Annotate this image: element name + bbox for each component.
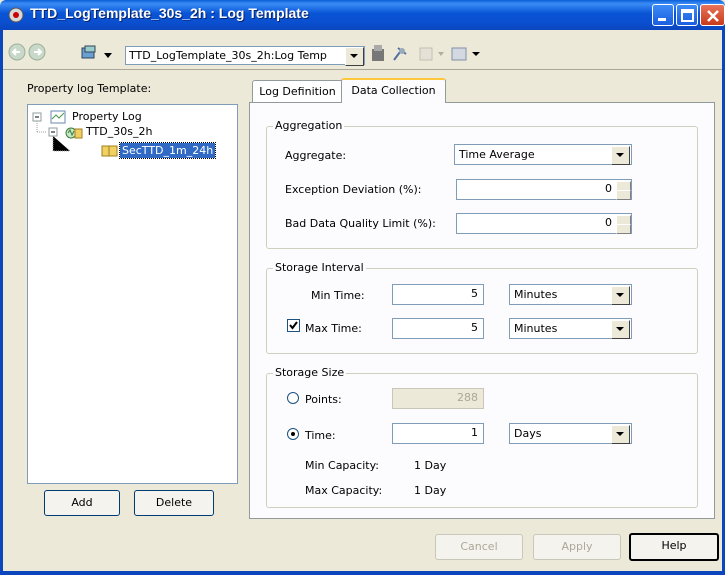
- max-capacity-label: Max Capacity:: [305, 484, 383, 497]
- disabled-tool-icon[interactable]: [419, 47, 444, 61]
- minimize-icon: [658, 18, 666, 21]
- aggregation-title: Aggregation: [273, 119, 345, 132]
- pin-icon[interactable]: [393, 47, 407, 61]
- back-icon[interactable]: [8, 43, 26, 61]
- property-log-icon: [50, 110, 66, 124]
- address-combo[interactable]: TTD_LogTemplate_30s_2h:Log Temp: [125, 46, 365, 66]
- min-time-label: Min Time:: [311, 289, 365, 302]
- window-title: TTD_LogTemplate_30s_2h : Log Template: [30, 5, 309, 21]
- delete-button[interactable]: Delete: [134, 490, 214, 516]
- exception-deviation-field[interactable]: 0: [456, 179, 632, 200]
- min-time-field[interactable]: 5: [392, 284, 484, 305]
- bad-data-limit-spinner[interactable]: [616, 214, 631, 234]
- time-unit-dropdown[interactable]: [611, 425, 630, 444]
- spin-down-icon[interactable]: [616, 190, 631, 200]
- app-icon: [8, 7, 24, 23]
- min-capacity-label: Min Capacity:: [305, 459, 379, 472]
- bad-data-limit-value: 0: [605, 216, 612, 229]
- add-button[interactable]: Add: [44, 490, 120, 516]
- window-frame-bottom: [0, 571, 725, 575]
- time-unit-value: Days: [514, 427, 542, 440]
- cancel-button[interactable]: Cancel: [435, 534, 523, 560]
- min-time-unit-value: Minutes: [514, 288, 558, 301]
- max-time-label: Max Time:: [305, 322, 362, 335]
- view-icon[interactable]: [451, 47, 480, 61]
- max-capacity-value: 1 Day: [414, 484, 447, 497]
- tree-item-ttd-30s-2h[interactable]: TTD_30s_2h: [86, 125, 152, 138]
- spin-down-icon[interactable]: [616, 224, 631, 234]
- exception-deviation-value: 0: [605, 182, 612, 195]
- time-radio[interactable]: [287, 428, 299, 440]
- time-field[interactable]: 1: [392, 423, 484, 444]
- tree-item-secttd-1m-24h[interactable]: SecTTD_1m_24h: [118, 142, 217, 159]
- storage-size-title: Storage Size: [273, 366, 347, 379]
- close-icon: [707, 10, 719, 22]
- max-time-unit-dropdown[interactable]: [611, 320, 630, 339]
- bad-data-limit-field[interactable]: 0: [456, 213, 632, 234]
- min-time-unit-dropdown[interactable]: [611, 286, 630, 305]
- tab-log-definition[interactable]: Log Definition: [252, 80, 343, 103]
- tree-view[interactable]: Property Log TTD_30s_2h SecTTD_1m_24h: [27, 104, 238, 484]
- window-frame-left: [0, 30, 3, 575]
- close-button[interactable]: [700, 4, 725, 26]
- points-label: Points:: [305, 393, 342, 406]
- minimize-button[interactable]: [652, 4, 674, 26]
- time-label: Time:: [305, 429, 336, 442]
- exception-deviation-label: Exception Deviation (%):: [285, 183, 422, 196]
- points-field[interactable]: 288: [392, 388, 484, 409]
- points-radio[interactable]: [287, 392, 299, 404]
- time-unit-select[interactable]: Days: [509, 423, 632, 444]
- address-dropdown-button[interactable]: [345, 47, 364, 66]
- checkmark-icon: [289, 321, 298, 330]
- exception-deviation-spinner[interactable]: [616, 180, 631, 200]
- apply-button[interactable]: Apply: [533, 534, 621, 560]
- structure-icon[interactable]: [80, 44, 120, 64]
- forward-icon[interactable]: [28, 43, 46, 61]
- max-time-unit-value: Minutes: [514, 322, 558, 335]
- min-capacity-value: 1 Day: [414, 459, 447, 472]
- storage-interval-group: [266, 268, 698, 354]
- nav-buttons: [8, 43, 46, 61]
- address-value: TTD_LogTemplate_30s_2h:Log Temp: [129, 49, 327, 62]
- storage-interval-title: Storage Interval: [273, 261, 366, 274]
- object-icon[interactable]: [372, 45, 384, 61]
- max-time-field[interactable]: 5: [392, 318, 484, 339]
- aggregate-label: Aggregate:: [285, 149, 347, 162]
- min-time-unit-select[interactable]: Minutes: [509, 284, 632, 305]
- aggregate-value: Time Average: [459, 148, 535, 161]
- help-button[interactable]: Help: [629, 533, 719, 561]
- toolbar-icons: [372, 45, 480, 61]
- maximize-icon: [681, 9, 694, 22]
- aggregate-select[interactable]: Time Average: [454, 144, 632, 165]
- log-template-icon: [65, 127, 83, 139]
- max-time-checkbox[interactable]: [287, 319, 300, 332]
- aggregate-dropdown-button[interactable]: [611, 146, 630, 165]
- bad-data-limit-label: Bad Data Quality Limit (%):: [285, 217, 436, 230]
- tab-data-collection[interactable]: Data Collection: [341, 78, 446, 103]
- max-time-unit-select[interactable]: Minutes: [509, 318, 632, 339]
- maximize-button[interactable]: [676, 4, 698, 26]
- tree-item-property-log[interactable]: Property Log: [72, 110, 142, 123]
- log-item-icon: [101, 145, 118, 157]
- tree-header: Property log Template:: [27, 82, 152, 95]
